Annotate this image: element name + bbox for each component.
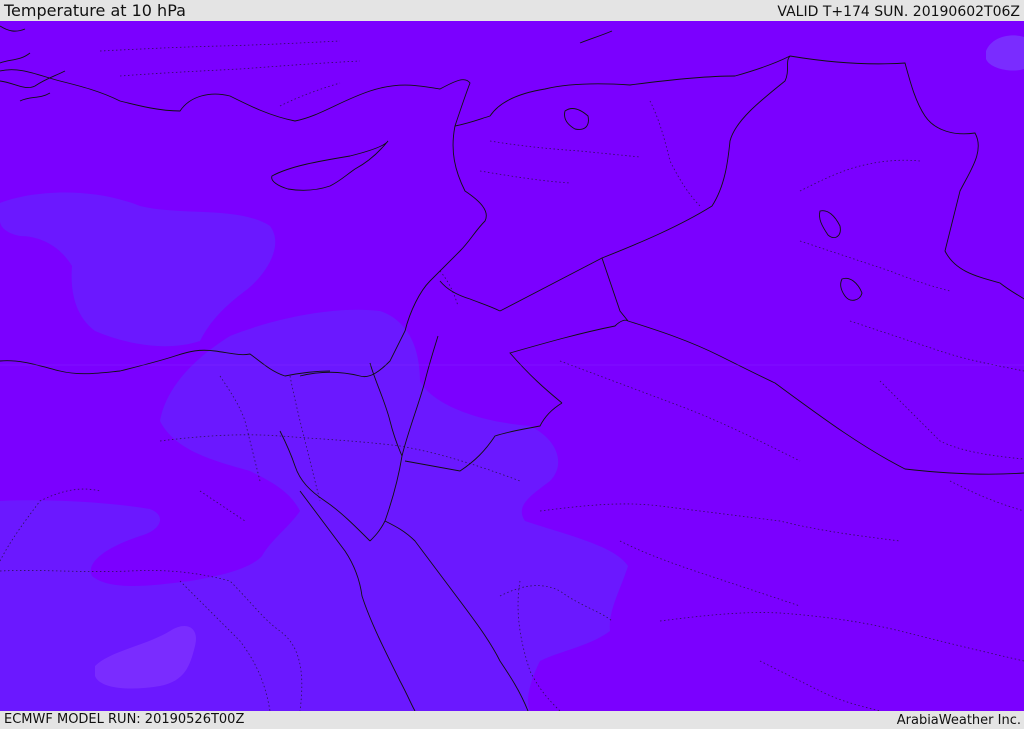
footer-bar: ECMWF MODEL RUN: 20190526T00Z ArabiaWeat… [0,711,1024,729]
model-run-label: ECMWF MODEL RUN: 20190526T00Z [4,712,245,727]
header-bar: Temperature at 10 hPa VALID T+174 SUN. 2… [0,0,1024,21]
temperature-map[interactable] [0,21,1024,711]
brand-label: ArabiaWeather Inc. [896,713,1021,728]
map-canvas [0,21,1024,711]
map-title: Temperature at 10 hPa [4,1,186,20]
valid-time: VALID T+174 SUN. 20190602T06Z [777,4,1020,20]
